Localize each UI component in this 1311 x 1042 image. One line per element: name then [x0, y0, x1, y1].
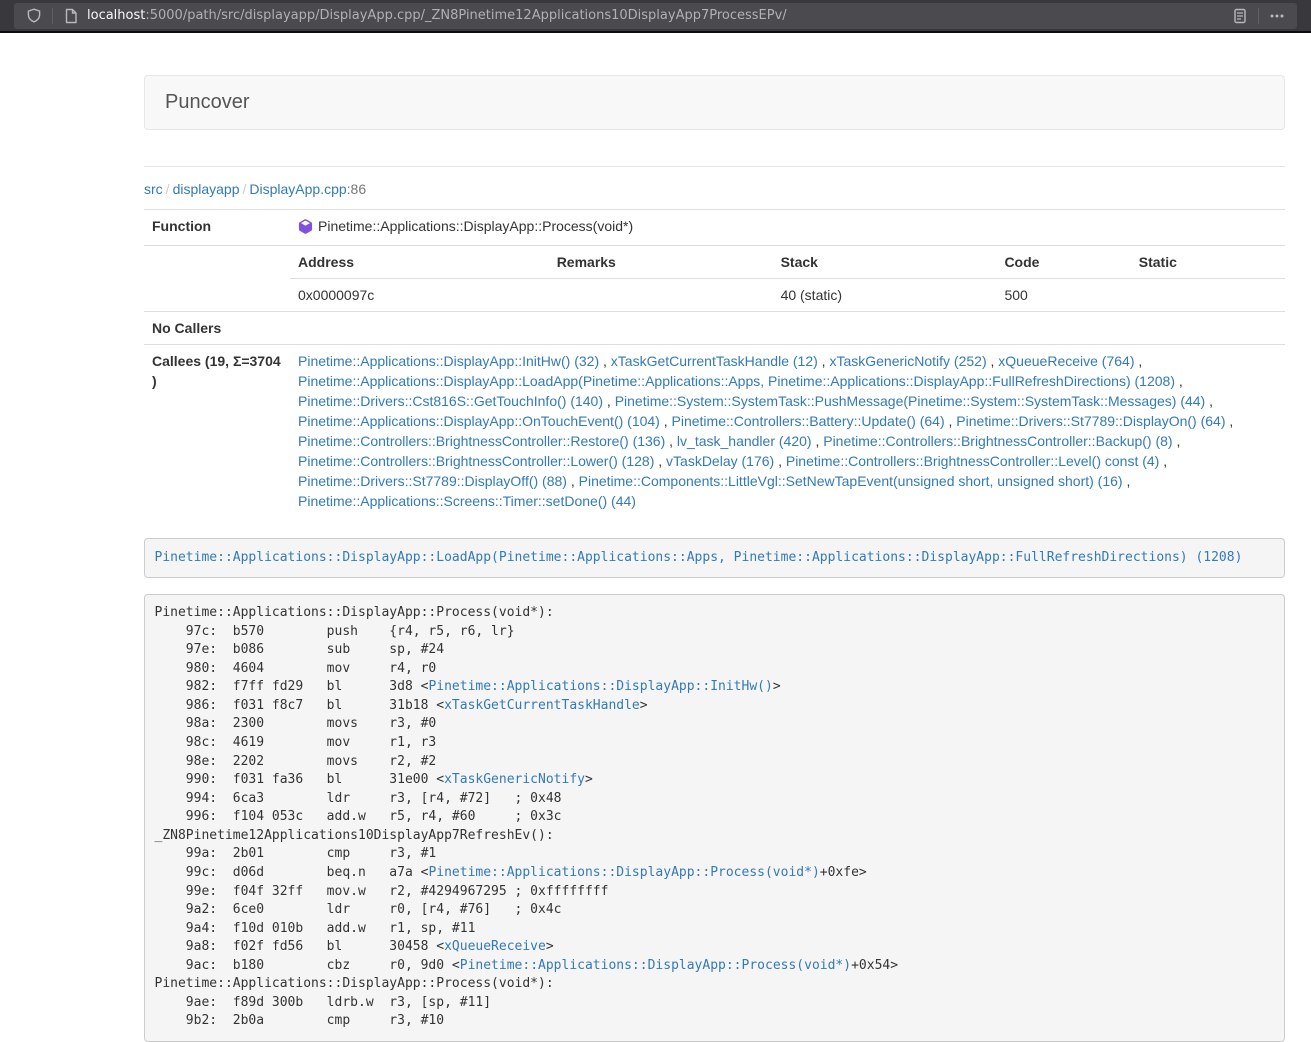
callee-link[interactable]: Pinetime::Applications::DisplayApp::Load…: [298, 373, 1175, 389]
function-stats-table: Address Remarks Stack Code Static 0x0000…: [290, 246, 1285, 311]
page-info-icon[interactable]: [61, 6, 81, 26]
function-row: Function Pinetime::Applications::Display…: [144, 210, 1285, 246]
callee-link[interactable]: Pinetime::Controllers::BrightnessControl…: [786, 453, 1159, 469]
callee-link[interactable]: Pinetime::Controllers::Battery::Update()…: [672, 413, 945, 429]
breadcrumb: src/displayapp/DisplayApp.cpp:86: [144, 181, 1285, 197]
breadcrumb-separator: /: [240, 181, 250, 197]
callees-separator: ,: [1123, 473, 1131, 489]
url-host: localhost: [87, 8, 145, 23]
callee-link[interactable]: Pinetime::Drivers::Cst816S::GetTouchInfo…: [298, 393, 603, 409]
callees-cell: Pinetime::Applications::DisplayApp::Init…: [290, 345, 1285, 518]
callees-row: Callees (19, Σ=3704 ) Pinetime::Applicat…: [144, 345, 1285, 518]
page-content: Puncover src/displayapp/DisplayApp.cpp:8…: [144, 75, 1285, 1042]
function-stats-cell: Address Remarks Stack Code Static 0x0000…: [290, 246, 1285, 312]
callee-link[interactable]: xTaskGenericNotify (252): [829, 353, 986, 369]
callee-link[interactable]: Pinetime::Drivers::St7789::DisplayOn() (…: [956, 413, 1225, 429]
callees-separator: ,: [567, 473, 579, 489]
app-header-panel: Puncover: [144, 75, 1285, 130]
highlighted-symbol-box: Pinetime::Applications::DisplayApp::Load…: [144, 538, 1285, 578]
stack-value: 40 (static): [773, 279, 997, 312]
remarks-value: [549, 279, 773, 312]
col-header-address: Address: [290, 246, 549, 279]
function-cube-icon: [298, 219, 313, 239]
function-name: Pinetime::Applications::DisplayApp::Proc…: [318, 218, 633, 234]
callees-label: Callees (19, Σ=3704 ): [144, 345, 290, 518]
callee-link[interactable]: Pinetime::Drivers::St7789::DisplayOff() …: [298, 473, 567, 489]
callee-link[interactable]: Pinetime::Applications::DisplayApp::OnTo…: [298, 413, 660, 429]
callees-separator: ,: [654, 453, 666, 469]
no-callers-label: No Callers: [144, 312, 290, 345]
assembly-symbol-link[interactable]: xTaskGenericNotify: [444, 772, 585, 787]
callees-separator: ,: [599, 353, 611, 369]
callees-separator: ,: [1159, 453, 1167, 469]
callees-separator: ,: [812, 433, 824, 449]
breadcrumb-link-file[interactable]: DisplayApp.cpp: [249, 181, 346, 197]
static-value: [1131, 279, 1285, 312]
function-name-cell: Pinetime::Applications::DisplayApp::Proc…: [290, 210, 1285, 246]
callee-link[interactable]: xQueueReceive (764): [998, 353, 1134, 369]
url-text[interactable]: localhost:5000/path/src/displayapp/Displ…: [87, 8, 1230, 23]
callee-link[interactable]: xTaskGetCurrentTaskHandle (12): [611, 353, 818, 369]
url-path: :5000/path/src/displayapp/DisplayApp.cpp…: [145, 8, 786, 23]
no-callers-row: No Callers: [144, 312, 1285, 345]
col-header-code: Code: [996, 246, 1130, 279]
assembly-symbol-link[interactable]: xTaskGetCurrentTaskHandle: [444, 698, 640, 713]
address-value: 0x0000097c: [290, 279, 549, 312]
reader-mode-icon[interactable]: [1230, 6, 1250, 26]
function-stats-row: Address Remarks Stack Code Static 0x0000…: [144, 246, 1285, 312]
shield-icon[interactable]: [24, 6, 44, 26]
callee-link[interactable]: Pinetime::Components::LittleVgl::SetNewT…: [579, 473, 1123, 489]
breadcrumb-link-src[interactable]: src: [144, 181, 163, 197]
col-header-stack: Stack: [773, 246, 997, 279]
callee-link[interactable]: lv_task_handler (420): [677, 433, 812, 449]
stats-header-row: Address Remarks Stack Code Static: [290, 246, 1285, 279]
col-header-remarks: Remarks: [549, 246, 773, 279]
function-label: Function: [144, 210, 290, 246]
callees-separator: ,: [660, 413, 672, 429]
highlighted-symbol-link[interactable]: Pinetime::Applications::DisplayApp::Load…: [155, 550, 1243, 565]
breadcrumb-line-number: :86: [347, 181, 366, 197]
callee-link[interactable]: Pinetime::Controllers::BrightnessControl…: [823, 433, 1172, 449]
assembly-symbol-link[interactable]: xQueueReceive: [444, 939, 546, 954]
no-callers-cell: [290, 312, 1285, 345]
callee-link[interactable]: Pinetime::System::SystemTask::PushMessag…: [615, 393, 1206, 409]
divider: [144, 166, 1285, 167]
callees-separator: ,: [945, 413, 957, 429]
empty-label-cell: [144, 246, 290, 312]
callees-separator: ,: [1226, 413, 1234, 429]
callee-link[interactable]: Pinetime::Controllers::BrightnessControl…: [298, 433, 665, 449]
breadcrumb-separator: /: [163, 181, 173, 197]
stats-value-row: 0x0000097c 40 (static) 500: [290, 279, 1285, 312]
callees-separator: ,: [1175, 373, 1183, 389]
callees-separator: ,: [1134, 353, 1142, 369]
callee-link[interactable]: vTaskDelay (176): [666, 453, 774, 469]
toolbar-separator: [1258, 8, 1259, 24]
assembly-symbol-link[interactable]: Pinetime::Applications::DisplayApp::Proc…: [428, 865, 819, 880]
breadcrumb-link-displayapp[interactable]: displayapp: [173, 181, 240, 197]
url-bar[interactable]: localhost:5000/path/src/displayapp/Displ…: [14, 3, 1297, 29]
browser-toolbar: localhost:5000/path/src/displayapp/Displ…: [0, 0, 1311, 33]
function-table: Function Pinetime::Applications::Display…: [144, 209, 1285, 517]
callees-separator: ,: [1205, 393, 1213, 409]
callees-separator: ,: [603, 393, 615, 409]
callees-separator: ,: [1173, 433, 1181, 449]
callees-separator: ,: [987, 353, 999, 369]
col-header-static: Static: [1131, 246, 1285, 279]
callees-separator: ,: [774, 453, 786, 469]
callees-list: Pinetime::Applications::DisplayApp::Init…: [298, 351, 1277, 511]
callee-link[interactable]: Pinetime::Controllers::BrightnessControl…: [298, 453, 654, 469]
page-actions-menu-icon[interactable]: [1267, 6, 1287, 26]
assembly-listing: Pinetime::Applications::DisplayApp::Proc…: [144, 594, 1285, 1042]
assembly-symbol-link[interactable]: Pinetime::Applications::DisplayApp::Proc…: [460, 958, 851, 973]
page-title: Puncover: [165, 91, 250, 113]
callees-separator: ,: [818, 353, 830, 369]
callee-link[interactable]: Pinetime::Applications::DisplayApp::Init…: [298, 353, 599, 369]
callee-link[interactable]: Pinetime::Applications::Screens::Timer::…: [298, 493, 636, 509]
assembly-symbol-link[interactable]: Pinetime::Applications::DisplayApp::Init…: [428, 679, 772, 694]
toolbar-separator: [52, 8, 53, 24]
callees-separator: ,: [665, 433, 677, 449]
code-value: 500: [996, 279, 1130, 312]
